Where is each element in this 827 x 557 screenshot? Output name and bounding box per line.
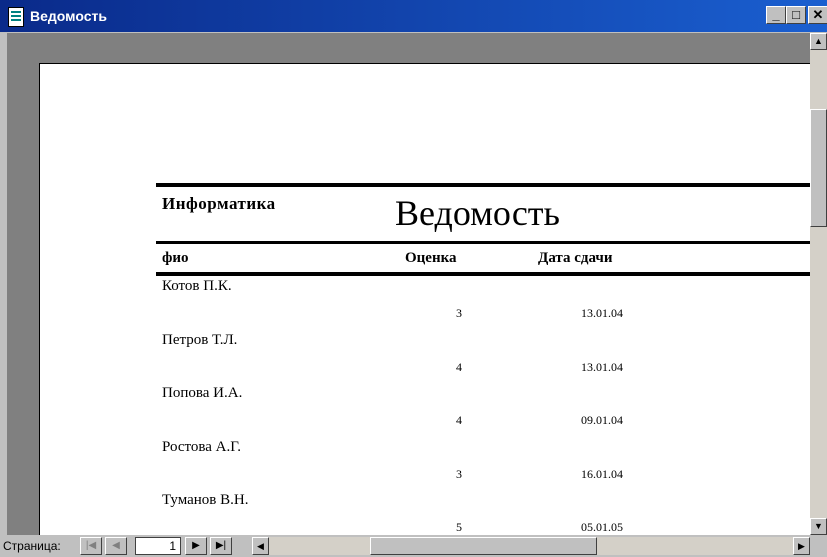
next-page-button[interactable]: ▶ bbox=[185, 537, 207, 555]
student-name: Туманов В.Н. bbox=[162, 492, 249, 508]
window-title: Ведомость bbox=[30, 8, 107, 24]
student-name: Попова И.А. bbox=[162, 385, 243, 401]
page-label: Страница: bbox=[3, 539, 61, 553]
student-name: Петров Т.Л. bbox=[162, 331, 238, 348]
last-page-button[interactable]: ▶| bbox=[210, 537, 232, 555]
scroll-up-icon[interactable]: ▲ bbox=[810, 33, 827, 50]
student-grade: 3 bbox=[456, 306, 462, 320]
title-bar[interactable]: Ведомость _ □ ✕ bbox=[0, 0, 827, 32]
vertical-scrollbar[interactable]: ▲ ▼ bbox=[810, 33, 827, 535]
student-grade: 5 bbox=[456, 520, 462, 534]
submission-date: 05.01.05 bbox=[581, 520, 623, 534]
scroll-down-icon[interactable]: ▼ bbox=[810, 518, 827, 535]
scroll-left-icon[interactable]: ◀ bbox=[252, 537, 269, 555]
student-name: Ростова А.Г. bbox=[162, 438, 241, 455]
column-header-grade: Оценка bbox=[405, 250, 457, 266]
submission-date: 13.01.04 bbox=[581, 359, 623, 374]
record-row: Петров Т.Л. 4 13.01.04 bbox=[40, 330, 810, 384]
records-list: Котов П.К. 3 13.01.04 Петров Т.Л. 4 13.0… bbox=[40, 276, 810, 535]
report-window-icon[interactable] bbox=[8, 7, 24, 27]
minimize-button[interactable]: _ bbox=[766, 6, 786, 24]
record-row: Котов П.К. 3 13.01.04 bbox=[40, 276, 810, 330]
scroll-right-icon[interactable]: ▶ bbox=[793, 537, 810, 555]
header-rule-top bbox=[156, 183, 810, 187]
previous-page-button[interactable]: ◀ bbox=[105, 537, 127, 555]
maximize-button[interactable]: □ bbox=[786, 6, 806, 24]
column-header-name: фио bbox=[162, 250, 189, 266]
column-header-date: Дата сдачи bbox=[538, 250, 613, 266]
record-row: Туманов В.Н. 5 05.01.05 bbox=[40, 490, 810, 535]
page-number-input[interactable]: 1 bbox=[135, 537, 181, 555]
close-button[interactable]: ✕ bbox=[808, 6, 827, 24]
report-title: Ведомость bbox=[395, 193, 560, 233]
submission-date: 09.01.04 bbox=[581, 413, 623, 427]
student-name: Котов П.К. bbox=[162, 278, 232, 294]
print-preview-area[interactable]: Информатика Ведомость фио Оценка Дата сд… bbox=[7, 33, 810, 535]
student-grade: 3 bbox=[456, 466, 462, 481]
subject-label: Информатика bbox=[162, 194, 276, 213]
record-row: Ростова А.Г. 3 16.01.04 bbox=[40, 437, 810, 491]
vertical-scroll-thumb[interactable] bbox=[810, 109, 827, 227]
submission-date: 16.01.04 bbox=[581, 466, 623, 481]
record-navigation-bar: Страница: |◀ ◀ 1 ▶ ▶| ◀ ▶ bbox=[0, 535, 827, 557]
report-page: Информатика Ведомость фио Оценка Дата сд… bbox=[39, 63, 810, 535]
student-grade: 4 bbox=[456, 413, 462, 427]
horizontal-scrollbar[interactable]: ◀ ▶ bbox=[252, 537, 810, 555]
first-page-button[interactable]: |◀ bbox=[80, 537, 102, 555]
header-rule-middle bbox=[156, 241, 810, 244]
student-grade: 4 bbox=[456, 359, 462, 374]
submission-date: 13.01.04 bbox=[581, 306, 623, 320]
record-row: Попова И.А. 4 09.01.04 bbox=[40, 383, 810, 437]
horizontal-scroll-thumb[interactable] bbox=[370, 537, 597, 555]
